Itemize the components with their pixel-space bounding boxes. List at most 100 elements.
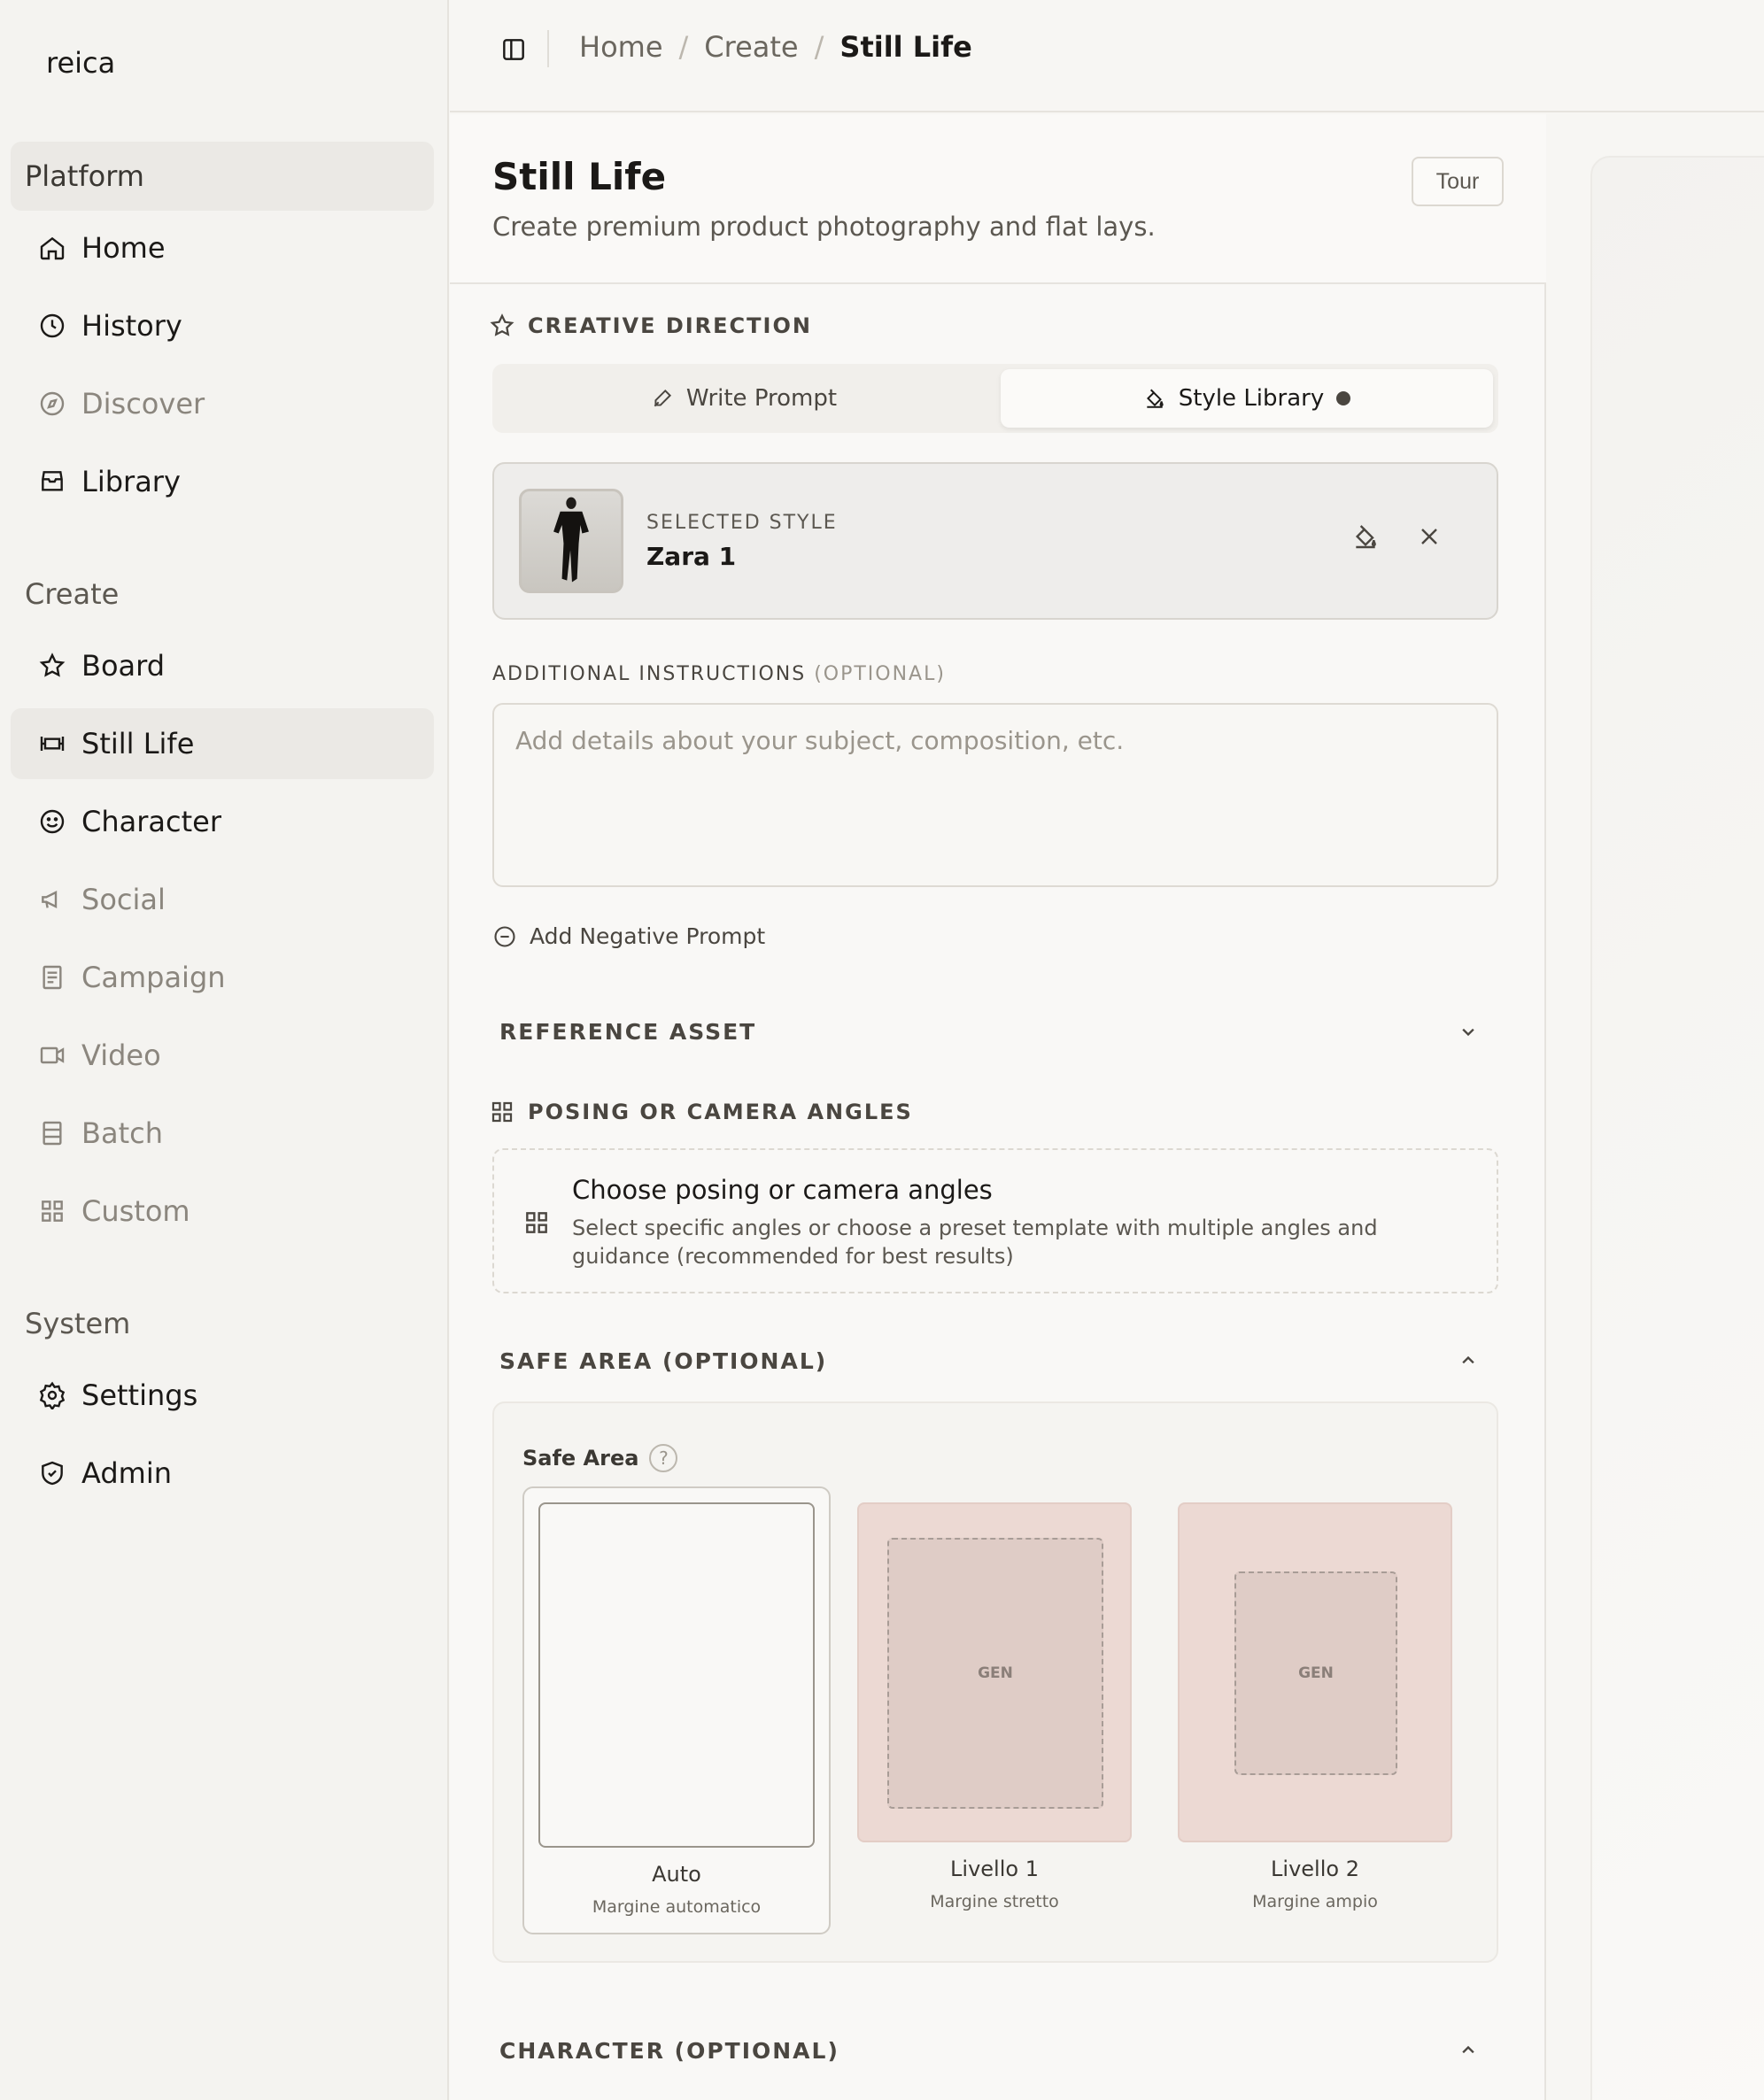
platform-group-header[interactable]: Platform <box>11 142 434 211</box>
safe-area-toggle[interactable]: SAFE AREA (OPTIONAL) <box>499 1341 1498 1380</box>
sidebar-item-campaign[interactable]: Campaign <box>11 942 434 1013</box>
sidebar-item-label: Discover <box>81 387 205 421</box>
add-negative-prompt-button[interactable]: Add Negative Prompt <box>492 923 765 949</box>
top-bar: Home / Create / Still Life <box>450 0 1764 112</box>
breadcrumb-separator: / <box>678 30 689 64</box>
star-icon <box>490 313 514 336</box>
sidebar-item-label: History <box>81 309 182 343</box>
character-toggle[interactable]: CHARACTER (OPTIONAL) <box>499 2031 1498 2070</box>
tab-write-prompt[interactable]: Write Prompt <box>498 369 990 428</box>
star-icon <box>37 651 67 681</box>
sidebar-item-label: Home <box>81 231 166 265</box>
active-indicator-dot <box>1336 391 1351 405</box>
selected-style-name: Zara 1 <box>646 542 737 571</box>
auto-preview <box>538 1502 815 1848</box>
sidebar-item-still-life[interactable]: Still Life <box>11 708 434 779</box>
shield-icon <box>37 1458 67 1488</box>
list-icon <box>37 1118 67 1148</box>
option-desc: Margine ampio <box>1252 1892 1378 1911</box>
sidebar-item-library[interactable]: Library <box>11 446 434 517</box>
grid-icon <box>526 1212 547 1233</box>
preview-panel <box>1590 156 1764 2100</box>
safe-area-label-text: Safe Area <box>522 1446 639 1471</box>
sidebar-item-label: Batch <box>81 1116 163 1150</box>
platform-label: Platform <box>25 159 144 193</box>
creative-direction-heading: CREATIVE DIRECTION <box>489 313 812 339</box>
sidebar-item-character[interactable]: Character <box>11 786 434 857</box>
sidebar-item-label: Board <box>81 649 166 683</box>
page-subtitle: Create premium product photography and f… <box>492 212 1156 242</box>
negative-prompt-label: Add Negative Prompt <box>530 923 766 949</box>
system-section-label: System <box>25 1307 131 1340</box>
safe-area-label: Safe Area ? <box>522 1444 678 1472</box>
sidebar-item-home[interactable]: Home <box>11 212 434 283</box>
sidebar-item-batch[interactable]: Batch <box>11 1098 434 1169</box>
document-icon <box>37 962 67 992</box>
sidebar: reica Platform Home History Discover Lib… <box>0 0 449 2100</box>
film-strip-icon <box>37 729 67 759</box>
safe-area-option-livello-1[interactable]: GEN Livello 1 Margine stretto <box>857 1502 1132 1927</box>
toolbar-divider <box>547 30 549 67</box>
change-style-button[interactable] <box>1348 519 1383 554</box>
sidebar-item-admin[interactable]: Admin <box>11 1438 434 1509</box>
field-label-text: ADDITIONAL INSTRUCTIONS <box>492 663 807 685</box>
remove-style-button[interactable] <box>1412 519 1447 554</box>
sidebar-item-label: Settings <box>81 1378 198 1412</box>
tab-style-library[interactable]: Style Library <box>1001 369 1493 428</box>
breadcrumb: Home / Create / Still Life <box>579 30 972 64</box>
main-panel: Still Life Create premium product photog… <box>450 114 1546 2100</box>
sidebar-item-label: Still Life <box>81 727 195 760</box>
chevron-up-icon <box>1462 1355 1474 1364</box>
angles-title: Choose posing or camera angles <box>572 1175 993 1205</box>
breadcrumb-home[interactable]: Home <box>579 30 663 64</box>
home-icon <box>37 233 67 263</box>
sidebar-toggle-button[interactable] <box>492 30 535 69</box>
section-title: POSING OR CAMERA ANGLES <box>528 1100 913 1124</box>
minus-circle-icon <box>494 925 515 947</box>
gear-icon <box>37 1380 67 1410</box>
option-name: Livello 1 <box>950 1857 1039 1881</box>
sidebar-item-label: Campaign <box>81 961 226 994</box>
breadcrumb-separator: / <box>814 30 824 64</box>
sidebar-item-settings[interactable]: Settings <box>11 1360 434 1431</box>
option-desc: Margine stretto <box>930 1892 1059 1911</box>
paint-bucket-icon <box>1355 525 1376 549</box>
tour-button[interactable]: Tour <box>1412 157 1504 206</box>
livello-1-preview: GEN <box>857 1502 1132 1842</box>
additional-instructions-input[interactable] <box>492 703 1498 887</box>
sidebar-item-discover[interactable]: Discover <box>11 368 434 439</box>
selected-style-label: SELECTED STYLE <box>646 512 838 534</box>
option-name: Livello 2 <box>1271 1857 1359 1881</box>
sidebar-item-label: Video <box>81 1038 161 1072</box>
tab-label: Write Prompt <box>685 385 838 412</box>
safe-area-option-auto[interactable]: Auto Margine automatico <box>522 1486 831 1934</box>
help-icon[interactable]: ? <box>649 1444 678 1472</box>
selected-style-card: SELECTED STYLE Zara 1 <box>492 462 1498 620</box>
sidebar-item-board[interactable]: Board <box>11 630 434 701</box>
sidebar-item-video[interactable]: Video <box>11 1020 434 1091</box>
video-icon <box>37 1040 67 1070</box>
option-desc: Margine automatico <box>592 1897 762 1917</box>
reference-asset-toggle[interactable]: REFERENCE ASSET <box>499 1012 1498 1051</box>
create-section-label: Create <box>25 577 120 611</box>
paint-bucket-icon <box>1146 389 1164 408</box>
option-name: Auto <box>652 1862 701 1887</box>
sidebar-item-social[interactable]: Social <box>11 864 434 935</box>
sidebar-toggle-icon <box>503 39 524 60</box>
safe-area-option-livello-2[interactable]: GEN Livello 2 Margine ampio <box>1178 1502 1452 1927</box>
sidebar-item-label: Admin <box>81 1456 172 1490</box>
sidebar-item-label: Character <box>81 805 221 838</box>
choose-angles-button[interactable]: Choose posing or camera angles Select sp… <box>492 1148 1498 1293</box>
page-header: Still Life Create premium product photog… <box>450 114 1546 284</box>
grid-icon <box>37 1196 67 1226</box>
sidebar-item-history[interactable]: History <box>11 290 434 361</box>
gen-area-marker: GEN <box>1234 1571 1397 1775</box>
optional-tag: (OPTIONAL) <box>814 663 946 685</box>
brand-logo[interactable]: reica <box>46 46 115 80</box>
sidebar-item-label: Library <box>81 465 181 498</box>
angles-description: Select specific angles or choose a prese… <box>572 1216 1378 1269</box>
breadcrumb-create[interactable]: Create <box>704 30 798 64</box>
page-title: Still Life <box>492 155 667 198</box>
tab-label: Style Library <box>1178 385 1325 412</box>
sidebar-item-custom[interactable]: Custom <box>11 1176 434 1247</box>
